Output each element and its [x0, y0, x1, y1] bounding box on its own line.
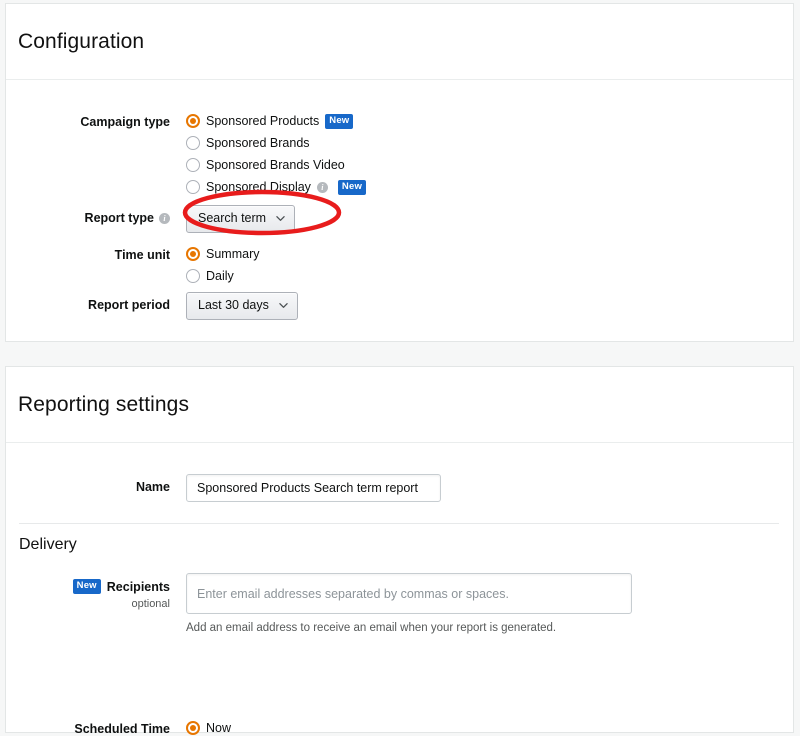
report-name-input[interactable]: [186, 474, 441, 502]
radio-option-now[interactable]: Now: [186, 717, 706, 736]
report-type-label-wrap: Report type i: [6, 205, 186, 227]
name-label: Name: [135, 480, 170, 494]
radio-input-sponsored-display[interactable]: [186, 180, 200, 194]
radio-label-daily: Daily: [206, 269, 234, 283]
radio-input-summary[interactable]: [186, 247, 200, 261]
time-unit-radio-group[interactable]: Summary Daily: [186, 243, 626, 287]
radio-label-sponsored-display: Sponsored Display: [206, 180, 311, 194]
delivery-divider: [19, 523, 779, 524]
radio-option-daily[interactable]: Daily: [186, 265, 626, 287]
time-unit-label: Time unit: [114, 248, 170, 262]
report-type-row: Report type i Search term: [6, 205, 626, 233]
configuration-card-header: Configuration: [6, 4, 793, 80]
reporting-settings-title: Reporting settings: [18, 392, 190, 416]
report-type-dropdown-value: Search term: [198, 211, 267, 225]
recipients-row: New Recipients optional Add an email add…: [6, 573, 786, 636]
radio-input-sponsored-brands[interactable]: [186, 136, 200, 150]
campaign-type-label-wrap: Campaign type: [6, 110, 186, 131]
scheduled-time-label-wrap: Scheduled Time: [6, 717, 186, 736]
name-label-wrap: Name: [6, 474, 186, 496]
report-period-label-wrap: Report period: [6, 292, 186, 314]
radio-label-sponsored-products: Sponsored Products: [206, 114, 320, 128]
report-period-dropdown-value: Last 30 days: [198, 298, 269, 312]
chevron-down-icon: [279, 303, 288, 308]
new-badge-recipients: New: [72, 579, 101, 594]
info-icon-sponsored-display[interactable]: i: [316, 181, 328, 193]
scheduled-time-row: Scheduled Time Now Future Recurring: [6, 717, 706, 736]
name-control: [186, 474, 706, 502]
chevron-down-icon: [276, 216, 285, 221]
radio-label-now: Now: [206, 721, 232, 735]
radio-option-summary[interactable]: Summary: [186, 243, 626, 265]
radio-option-sponsored-brands-video[interactable]: Sponsored Brands Video: [186, 154, 626, 176]
campaign-type-label: Campaign type: [80, 115, 170, 129]
name-row: Name: [6, 474, 706, 502]
scheduled-time-label: Scheduled Time: [74, 722, 170, 736]
scheduled-time-radio-group[interactable]: Now Future Recurring: [186, 717, 706, 736]
recipients-control: Add an email address to receive an email…: [186, 573, 786, 636]
report-builder-page: Configuration Campaign type Sponsored Pr…: [0, 0, 800, 736]
radio-input-daily[interactable]: [186, 269, 200, 283]
time-unit-label-wrap: Time unit: [6, 243, 186, 264]
time-unit-row: Time unit Summary Daily: [6, 243, 626, 287]
campaign-type-radio-group[interactable]: Sponsored Products New Sponsored Brands …: [186, 110, 626, 198]
radio-label-sponsored-brands-video: Sponsored Brands Video: [206, 158, 345, 172]
reporting-settings-card: Reporting settings Name Delivery N: [5, 366, 794, 736]
delivery-subtitle: Delivery: [19, 536, 77, 553]
recipients-label: Recipients: [106, 579, 170, 594]
page-title: Configuration: [18, 29, 145, 53]
new-badge-sponsored-display: New: [337, 179, 367, 195]
report-period-label: Report period: [88, 298, 170, 312]
campaign-type-row: Campaign type Sponsored Products New Spo…: [6, 110, 626, 198]
radio-label-summary: Summary: [206, 247, 260, 261]
recipients-optional-label: optional: [131, 597, 170, 610]
configuration-card: Configuration Campaign type Sponsored Pr…: [5, 3, 794, 342]
report-period-control: Last 30 days: [186, 292, 626, 320]
radio-input-sponsored-brands-video[interactable]: [186, 158, 200, 172]
radio-option-sponsored-brands[interactable]: Sponsored Brands: [186, 132, 626, 154]
new-badge-sponsored-products: New: [325, 113, 354, 129]
report-type-control: Search term: [186, 205, 626, 233]
report-period-dropdown[interactable]: Last 30 days: [186, 292, 298, 320]
radio-option-sponsored-display[interactable]: Sponsored Display i New: [186, 176, 626, 198]
report-type-label: Report type: [84, 211, 154, 225]
radio-label-sponsored-brands: Sponsored Brands: [206, 136, 310, 150]
info-icon-report-type[interactable]: i: [159, 212, 170, 224]
radio-input-now[interactable]: [186, 721, 200, 735]
reporting-settings-card-header: Reporting settings: [6, 367, 793, 443]
radio-option-sponsored-products[interactable]: Sponsored Products New: [186, 110, 626, 132]
recipients-helper-text: Add an email address to receive an email…: [186, 622, 557, 634]
recipients-input[interactable]: [186, 573, 632, 614]
radio-input-sponsored-products[interactable]: [186, 114, 200, 128]
report-type-dropdown[interactable]: Search term: [186, 205, 296, 233]
report-period-row: Report period Last 30 days: [6, 292, 626, 320]
recipients-label-wrap: New Recipients optional: [6, 573, 186, 612]
